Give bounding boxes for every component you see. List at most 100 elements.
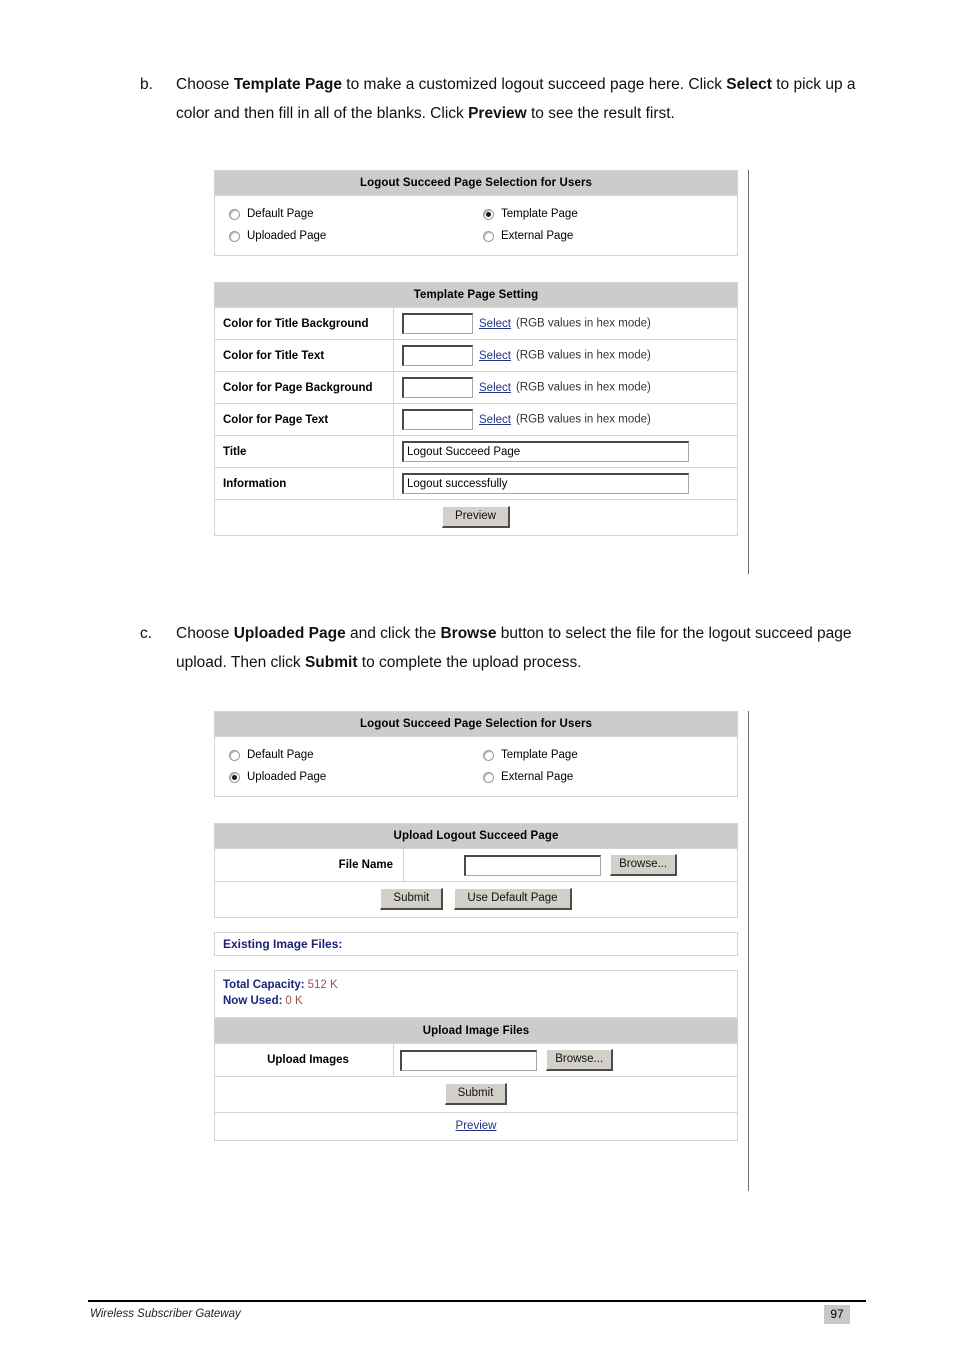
- emphasis-text: Select: [726, 76, 772, 93]
- row-label: Color for Page Text: [214, 403, 394, 436]
- select-color-link[interactable]: Select: [479, 414, 511, 426]
- select-color-link[interactable]: Select: [479, 350, 511, 362]
- emphasis-text: Submit: [304, 654, 358, 671]
- now-used-line: Now Used: 0 K: [223, 993, 737, 1009]
- table-row: Color for Title Text Select (RGB values i…: [214, 339, 738, 372]
- radio-icon-selected[interactable]: [229, 771, 240, 783]
- row-field: Browse...: [393, 1043, 738, 1077]
- radio-label: Template Page: [501, 749, 578, 761]
- upload-image-files-panel: Upload Image Files Upload Images Browse.…: [214, 1018, 738, 1141]
- table-row: Preview: [214, 499, 738, 536]
- logout-selection-options-1: Default Page Uploaded Page Template Page: [214, 196, 738, 256]
- row-field: Logout Succeed Page: [393, 435, 738, 468]
- body-text: Choose: [176, 625, 234, 642]
- color-page-text-input[interactable]: [402, 409, 473, 430]
- radio-icon[interactable]: [229, 749, 240, 761]
- template-page-setting-panel: Template Page Setting Color for Title Ba…: [214, 282, 738, 536]
- step-marker-b: b.: [140, 76, 153, 93]
- step-text-b: Choose Template Page to make a customize…: [176, 70, 862, 128]
- radio-label: Uploaded Page: [247, 771, 327, 783]
- hex-hint: (RGB values in hex mode): [515, 413, 651, 426]
- preview-button[interactable]: Preview: [442, 506, 510, 528]
- radio-template-page[interactable]: Template Page: [483, 744, 737, 766]
- table-row: Submit Use Default Page: [214, 881, 738, 918]
- preview-link[interactable]: Preview: [456, 1120, 497, 1132]
- now-used-value: 0 K: [285, 995, 303, 1007]
- radio-uploaded-page[interactable]: Uploaded Page: [229, 225, 483, 247]
- row-field: Select (RGB values in hex mode): [393, 339, 738, 372]
- emphasis-text: Preview: [468, 105, 527, 122]
- instruction-step-c: c. Choose Uploaded Page and click the Br…: [140, 619, 862, 677]
- radio-label: Template Page: [501, 208, 578, 220]
- radio-template-page[interactable]: Template Page: [483, 203, 737, 225]
- radio-uploaded-page[interactable]: Uploaded Page: [229, 766, 483, 788]
- radio-default-page[interactable]: Default Page: [229, 203, 483, 225]
- panel-spacer: [214, 797, 738, 823]
- table-row: Upload Images Browse...: [214, 1043, 738, 1077]
- select-color-link[interactable]: Select: [479, 318, 511, 330]
- now-used-label: Now Used:: [223, 995, 283, 1007]
- logout-selection-panel-2: Logout Succeed Page Selection for Users: [214, 711, 738, 737]
- use-default-page-button[interactable]: Use Default Page: [454, 888, 572, 910]
- radio-external-page[interactable]: External Page: [483, 225, 737, 247]
- information-input[interactable]: Logout successfully: [402, 473, 689, 494]
- radio-label: Default Page: [247, 208, 314, 220]
- color-page-background-input[interactable]: [402, 377, 473, 398]
- radio-icon[interactable]: [229, 230, 240, 242]
- total-capacity-line: Total Capacity: 512 K: [223, 977, 737, 993]
- radio-default-page[interactable]: Default Page: [229, 744, 483, 766]
- page-number-badge: 97: [824, 1305, 850, 1324]
- panel-spacer: [214, 918, 738, 932]
- body-text: Choose: [176, 76, 234, 93]
- upload-images-input[interactable]: [400, 1049, 537, 1071]
- select-color-link[interactable]: Select: [479, 382, 511, 394]
- panel-title: Upload Logout Succeed Page: [214, 823, 738, 849]
- submit-button[interactable]: Submit: [444, 1083, 508, 1105]
- step-marker-c: c.: [140, 625, 153, 642]
- hex-hint: (RGB values in hex mode): [515, 349, 651, 362]
- radio-label: Default Page: [247, 749, 314, 761]
- panel-title: Template Page Setting: [214, 282, 738, 308]
- actions-cell: Submit: [214, 1076, 738, 1113]
- table-row: Information Logout successfully: [214, 467, 738, 500]
- total-capacity-label: Total Capacity:: [223, 979, 305, 991]
- color-title-background-input[interactable]: [402, 313, 473, 334]
- row-field: Select (RGB values in hex mode): [393, 371, 738, 404]
- actions-cell: Preview: [214, 499, 738, 536]
- radio-icon[interactable]: [483, 749, 494, 761]
- color-title-text-input[interactable]: [402, 345, 473, 366]
- row-field: Logout successfully: [393, 467, 738, 500]
- row-label: Color for Title Text: [214, 339, 394, 372]
- emphasis-text: Browse: [440, 625, 497, 642]
- instruction-step-b: b. Choose Template Page to make a custom…: [140, 70, 862, 128]
- radio-label: External Page: [501, 230, 574, 242]
- preview-cell: Preview: [214, 1112, 738, 1141]
- logout-selection-panel-1: Logout Succeed Page Selection for Users: [214, 170, 738, 196]
- hex-hint: (RGB values in hex mode): [515, 317, 651, 330]
- panel-title: Upload Image Files: [214, 1018, 738, 1044]
- panel-title: Logout Succeed Page Selection for Users: [214, 711, 738, 737]
- panel-spacer: [214, 256, 738, 282]
- row-label: Color for Title Background: [214, 307, 394, 340]
- body-text: to see the result first.: [526, 105, 675, 122]
- step-text-c: Choose Uploaded Page and click the Brows…: [176, 619, 862, 677]
- radio-icon-selected[interactable]: [483, 208, 494, 220]
- hex-hint: (RGB values in hex mode): [515, 381, 651, 394]
- browse-button[interactable]: Browse...: [610, 854, 678, 876]
- file-name-input[interactable]: [463, 854, 601, 876]
- screenshot-uploaded-page: Logout Succeed Page Selection for Users …: [214, 711, 749, 1191]
- table-row: Color for Page Background Select (RGB val…: [214, 371, 738, 404]
- radio-icon[interactable]: [483, 771, 494, 783]
- radio-external-page[interactable]: External Page: [483, 766, 737, 788]
- logout-selection-options-2: Default Page Uploaded Page Template Page: [214, 737, 738, 797]
- radio-icon[interactable]: [229, 208, 240, 220]
- submit-button[interactable]: Submit: [380, 888, 444, 910]
- actions-cell: Submit Use Default Page: [214, 881, 738, 918]
- table-row: Color for Title Background Select (RGB va…: [214, 307, 738, 340]
- table-row: Submit: [214, 1076, 738, 1113]
- title-input[interactable]: Logout Succeed Page: [402, 441, 689, 462]
- browse-button[interactable]: Browse...: [546, 1049, 614, 1071]
- row-label: Color for Page Background: [214, 371, 394, 404]
- body-text: to make a customized logout succeed page…: [342, 76, 727, 93]
- radio-icon[interactable]: [483, 230, 494, 242]
